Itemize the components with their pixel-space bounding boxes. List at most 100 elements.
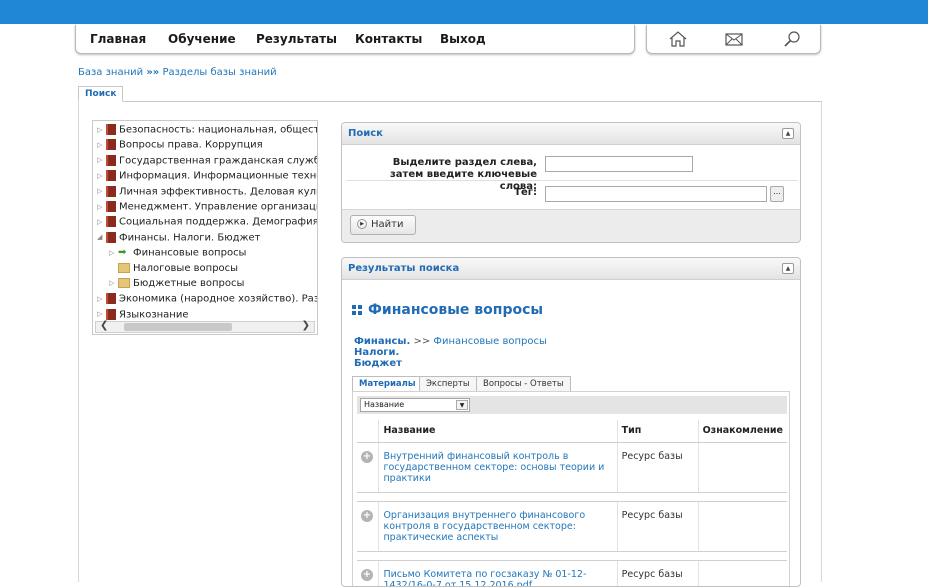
tree-item[interactable]: ▷ ➡ Финансовые вопросы bbox=[109, 247, 246, 261]
book-icon bbox=[106, 308, 116, 320]
expand-icon[interactable]: ▷ bbox=[97, 156, 104, 164]
tree-item-label: Безопасность: национальная, общественн bbox=[119, 124, 317, 136]
sort-select[interactable]: Название ▼ bbox=[360, 398, 470, 412]
expand-icon[interactable]: ▷ bbox=[109, 279, 116, 287]
results-panel-header: Результаты поиска ▲ bbox=[342, 258, 800, 280]
section-path: Финансы. >> Финансовые вопросы Налоги. Б… bbox=[354, 336, 547, 369]
tree-item-label: Личная эффективность. Деловая культура bbox=[119, 186, 317, 198]
tree-item[interactable]: ▷ Личная эффективность. Деловая культура bbox=[97, 185, 317, 200]
results-table: Название Тип Ознакомление + Внутренний фи… bbox=[357, 420, 787, 586]
book-icon bbox=[106, 139, 116, 151]
tree-item[interactable]: ▷ Бюджетные вопросы bbox=[109, 278, 244, 292]
sort-bar: Название ▼ bbox=[357, 396, 787, 414]
path-parent-line3[interactable]: Бюджет bbox=[354, 358, 547, 369]
tree-item-label: Информация. Информационные технолог bbox=[119, 170, 317, 182]
tab-materials[interactable]: Материалы bbox=[352, 376, 423, 392]
tag-picker-button[interactable]: ... bbox=[770, 186, 784, 202]
book-icon bbox=[106, 216, 116, 228]
expand-icon[interactable]: ▷ bbox=[97, 172, 104, 180]
tree-item-label: Вопросы права. Коррупция bbox=[119, 139, 263, 151]
expand-icon[interactable]: ▷ bbox=[97, 187, 104, 195]
find-button[interactable]: ▶ Найти bbox=[350, 215, 416, 235]
tree-item-label: Финансы. Налоги. Бюджет bbox=[119, 232, 261, 244]
col-type[interactable]: Тип bbox=[616, 420, 699, 443]
expand-icon[interactable]: ▷ bbox=[97, 203, 104, 211]
tree-item[interactable]: ▷ Экономика (народное хозяйство). Развити bbox=[97, 293, 317, 307]
tree-item-label: Налоговые вопросы bbox=[133, 262, 239, 274]
expand-plus-icon[interactable]: + bbox=[361, 450, 373, 463]
tree-item[interactable]: Налоговые вопросы bbox=[109, 262, 239, 277]
tree-item[interactable]: ▷ Информация. Информационные технолог bbox=[97, 170, 317, 184]
tab-search[interactable]: Поиск bbox=[78, 86, 124, 102]
tree-item[interactable]: ▷ Менеджмент. Управление организацией bbox=[97, 201, 318, 215]
tree-item[interactable]: ▷ Безопасность: национальная, общественн bbox=[97, 124, 317, 138]
collapse-up-icon[interactable]: ▲ bbox=[782, 263, 794, 274]
tree-item[interactable]: ▷ Социальная поддержка. Демография bbox=[97, 216, 317, 230]
results-heading-text: Финансовые вопросы bbox=[368, 302, 544, 318]
tab-strip: Поиск bbox=[78, 86, 822, 102]
expand-icon[interactable]: ▷ bbox=[97, 141, 104, 149]
nav-home[interactable]: Главная bbox=[90, 32, 146, 46]
tag-label: Тег: bbox=[514, 187, 537, 198]
breadcrumb-current[interactable]: Разделы базы знаний bbox=[162, 67, 276, 78]
nav-contacts[interactable]: Контакты bbox=[355, 32, 422, 46]
results-panel-title: Результаты поиска bbox=[348, 263, 460, 274]
table-row: + Письмо Комитета по госзаказу № 01-12-14… bbox=[357, 560, 787, 586]
scroll-right-icon[interactable]: ❯ bbox=[302, 320, 310, 331]
expand-icon[interactable]: ▷ bbox=[97, 126, 104, 134]
table-row: + Внутренний финансовый контроль в госуда… bbox=[357, 442, 787, 493]
tree-item[interactable]: ▷ Государственная гражданская служба bbox=[97, 154, 318, 169]
mail-icon[interactable] bbox=[723, 29, 745, 49]
book-icon bbox=[106, 231, 116, 243]
tree-item[interactable]: ▷ Вопросы права. Коррупция bbox=[97, 139, 263, 153]
col-acquaint[interactable]: Ознакомление bbox=[697, 420, 787, 443]
material-title-link[interactable]: Организация внутреннего финансового конт… bbox=[378, 501, 618, 552]
material-title-link[interactable]: Внутренний финансовый контроль в государ… bbox=[378, 442, 618, 493]
tab-qa[interactable]: Вопросы - Ответы bbox=[476, 376, 571, 392]
keywords-input[interactable] bbox=[545, 156, 693, 172]
breadcrumb-root[interactable]: База знаний bbox=[78, 67, 143, 78]
expand-plus-icon[interactable]: + bbox=[361, 568, 373, 581]
expand-plus-icon[interactable]: + bbox=[361, 509, 373, 522]
scroll-thumb[interactable] bbox=[124, 323, 232, 331]
path-parent-line2[interactable]: Налоги. bbox=[354, 347, 547, 358]
expand-icon[interactable]: ▷ bbox=[109, 249, 116, 257]
search-icon[interactable] bbox=[781, 29, 803, 49]
expand-icon[interactable]: ▷ bbox=[97, 310, 104, 318]
material-acquaint bbox=[697, 442, 787, 493]
top-bar bbox=[0, 0, 928, 24]
material-type: Ресурс базы bbox=[616, 560, 699, 586]
col-expand bbox=[357, 420, 379, 443]
results-heading: Финансовые вопросы bbox=[352, 302, 543, 318]
tree-item-label: Бюджетные вопросы bbox=[133, 278, 245, 289]
nav-logout[interactable]: Выход bbox=[440, 32, 486, 46]
home-icon[interactable] bbox=[667, 29, 689, 49]
col-title[interactable]: Название bbox=[378, 420, 618, 443]
nav-learning[interactable]: Обучение bbox=[168, 32, 236, 46]
tag-input[interactable] bbox=[545, 186, 767, 202]
nav-results[interactable]: Результаты bbox=[256, 32, 337, 46]
path-parent[interactable]: Финансы. bbox=[354, 336, 410, 347]
expand-icon[interactable]: ▷ bbox=[97, 295, 104, 303]
row-spacer bbox=[357, 492, 787, 502]
book-icon bbox=[106, 170, 116, 182]
tree-item-label: Менеджмент. Управление организацией bbox=[119, 201, 318, 213]
book-icon bbox=[106, 201, 116, 212]
tree-item-label: Государственная гражданская служба bbox=[119, 155, 318, 167]
tree-item-label: Языкознание bbox=[119, 309, 189, 321]
material-acquaint bbox=[697, 501, 787, 552]
tree-item[interactable]: ◢ Финансы. Налоги. Бюджет bbox=[97, 231, 261, 246]
material-type: Ресурс базы bbox=[616, 501, 699, 552]
collapse-up-icon[interactable]: ▲ bbox=[782, 128, 794, 139]
tree-item-label: Финансовые вопросы bbox=[133, 247, 247, 259]
tab-experts[interactable]: Эксперты bbox=[419, 376, 477, 392]
collapse-icon[interactable]: ◢ bbox=[97, 233, 104, 241]
path-current[interactable]: Финансовые вопросы bbox=[433, 336, 546, 347]
tree-horizontal-scrollbar[interactable]: ❮ ❯ bbox=[95, 320, 315, 333]
book-icon bbox=[106, 154, 116, 166]
icon-toolbar bbox=[646, 25, 821, 54]
book-icon bbox=[106, 185, 116, 197]
scroll-left-icon[interactable]: ❮ bbox=[100, 320, 108, 331]
expand-icon[interactable]: ▷ bbox=[97, 218, 104, 226]
material-title-link[interactable]: Письмо Комитета по госзаказу № 01-12-143… bbox=[378, 560, 618, 586]
